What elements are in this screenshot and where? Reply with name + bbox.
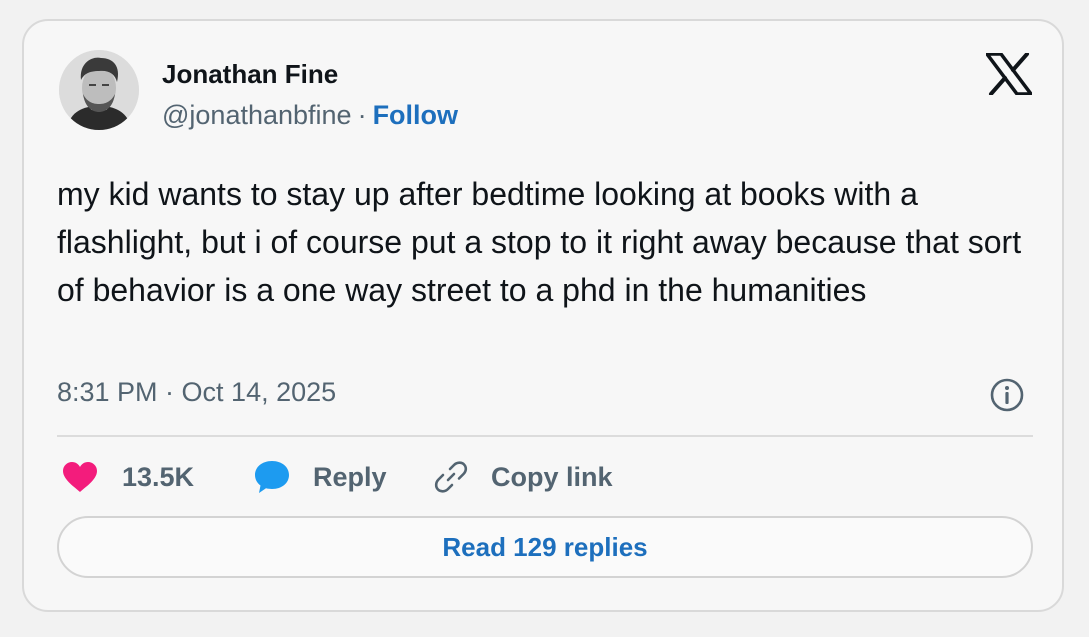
separator-dot: · [357, 100, 367, 130]
copy-link-button[interactable]: Copy link [433, 457, 613, 497]
info-icon[interactable] [989, 377, 1025, 413]
x-logo-icon[interactable] [985, 52, 1033, 96]
tweet-card: Jonathan Fine @jonathanbfine · Follow my k… [22, 19, 1064, 612]
reply-button[interactable]: Reply [253, 457, 387, 497]
copy-link-label: Copy link [491, 461, 613, 492]
read-replies-button[interactable]: Read 129 replies [57, 516, 1033, 578]
heart-icon [63, 462, 97, 492]
author-handle-row: @jonathanbfine · Follow [162, 99, 458, 131]
author-handle[interactable]: @jonathanbfine [162, 100, 352, 130]
tweet-text: my kid wants to stay up after bedtime lo… [57, 176, 1022, 308]
follow-button[interactable]: Follow [373, 100, 458, 130]
author-name[interactable]: Jonathan Fine [162, 59, 338, 89]
like-button[interactable]: 13.5K [62, 457, 194, 497]
link-icon [434, 461, 468, 493]
avatar[interactable] [59, 50, 139, 130]
avatar-photo [59, 50, 139, 130]
tweet-timestamp[interactable]: 8:31 PM · Oct 14, 2025 [57, 376, 336, 408]
reply-label: Reply [313, 461, 387, 492]
divider [57, 435, 1033, 437]
like-count: 13.5K [122, 461, 195, 492]
speech-bubble-icon [255, 461, 289, 493]
